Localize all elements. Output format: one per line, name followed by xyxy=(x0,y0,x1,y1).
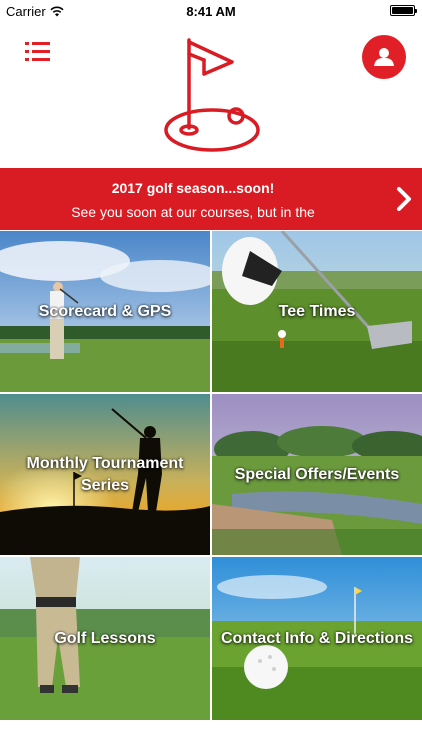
tile-golf-lessons[interactable]: Golf Lessons xyxy=(0,557,210,720)
tile-label: Golf Lessons xyxy=(54,629,156,647)
tile-scorecard-gps[interactable]: Scorecard & GPS xyxy=(0,231,210,392)
app-header xyxy=(0,22,422,168)
menu-tile-grid: Scorecard & GPS Tee Times Monthly Tourna… xyxy=(0,231,422,720)
banner-subtitle: See you soon at our courses, but in the xyxy=(71,204,315,220)
tile-label: Contact Info & Directions xyxy=(220,629,413,647)
golf-flag-hole-icon xyxy=(164,38,260,152)
user-icon xyxy=(374,48,394,66)
chevron-right-icon[interactable] xyxy=(396,186,412,212)
menu-button[interactable] xyxy=(24,40,52,64)
announcement-banner[interactable]: 2017 golf season...soon! See you soon at… xyxy=(0,168,422,230)
tile-label: Special Offers/Events xyxy=(234,465,400,483)
battery-icon xyxy=(390,5,417,16)
tile-contact-directions[interactable]: Contact Info & Directions xyxy=(212,557,422,720)
status-time: 8:41 AM xyxy=(186,4,236,19)
tile-label: Scorecard & GPS xyxy=(38,302,172,320)
tile-label: Tee Times xyxy=(278,302,356,320)
tile-monthly-tournament[interactable]: Monthly Tournament Series xyxy=(0,394,210,555)
tile-label: Monthly Tournament Series xyxy=(26,454,184,494)
list-menu-icon xyxy=(25,42,50,61)
tile-special-offers[interactable]: Special Offers/Events xyxy=(212,394,422,555)
tile-tee-times[interactable]: Tee Times xyxy=(212,231,422,392)
banner-title: 2017 golf season...soon! xyxy=(111,180,275,196)
profile-button[interactable] xyxy=(362,35,406,79)
status-bar: Carrier 8:41 AM xyxy=(0,0,422,22)
